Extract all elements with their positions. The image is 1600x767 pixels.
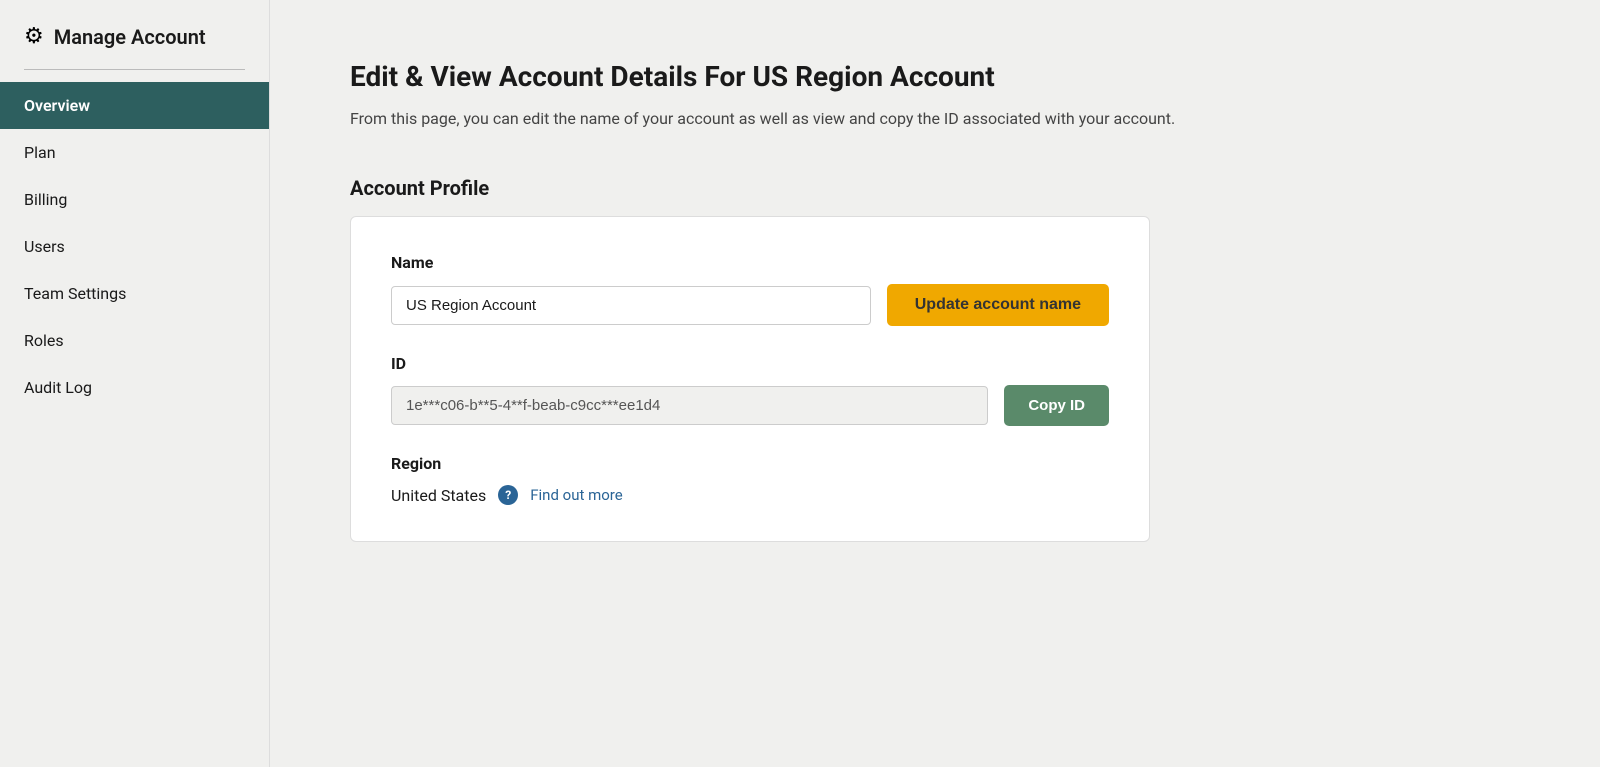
sidebar-item-plan[interactable]: Plan — [0, 129, 269, 176]
sidebar-item-team-settings[interactable]: Team Settings — [0, 270, 269, 317]
sidebar-divider — [24, 69, 245, 70]
account-profile-card: Name Update account name ID Copy ID Regi… — [350, 216, 1150, 542]
account-name-input[interactable] — [391, 286, 871, 325]
section-title: Account Profile — [350, 176, 1520, 200]
copy-id-button[interactable]: Copy ID — [1004, 385, 1109, 426]
update-account-name-button[interactable]: Update account name — [887, 284, 1109, 326]
name-field-row: Update account name — [391, 284, 1109, 326]
name-label: Name — [391, 253, 1109, 272]
find-out-more-link[interactable]: Find out more — [530, 486, 622, 504]
sidebar-item-overview[interactable]: Overview — [0, 82, 269, 129]
region-value: United States — [391, 486, 486, 505]
sidebar-title: Manage Account — [54, 25, 206, 49]
page-title: Edit & View Account Details For US Regio… — [350, 60, 1520, 93]
sidebar-nav: Overview Plan Billing Users Team Setting… — [0, 82, 269, 411]
account-id-input — [391, 386, 988, 425]
region-row: United States ? Find out more — [391, 485, 1109, 505]
help-icon[interactable]: ? — [498, 485, 518, 505]
id-field-row: Copy ID — [391, 385, 1109, 426]
sidebar: ⚙ Manage Account Overview Plan Billing U… — [0, 0, 270, 767]
gear-icon: ⚙ — [24, 24, 44, 49]
sidebar-item-billing[interactable]: Billing — [0, 176, 269, 223]
page-description: From this page, you can edit the name of… — [350, 109, 1250, 128]
sidebar-item-roles[interactable]: Roles — [0, 317, 269, 364]
sidebar-item-audit-log[interactable]: Audit Log — [0, 364, 269, 411]
sidebar-item-users[interactable]: Users — [0, 223, 269, 270]
main-content: Edit & View Account Details For US Regio… — [270, 0, 1600, 767]
sidebar-header: ⚙ Manage Account — [0, 24, 269, 69]
id-label: ID — [391, 354, 1109, 373]
region-label: Region — [391, 454, 1109, 473]
